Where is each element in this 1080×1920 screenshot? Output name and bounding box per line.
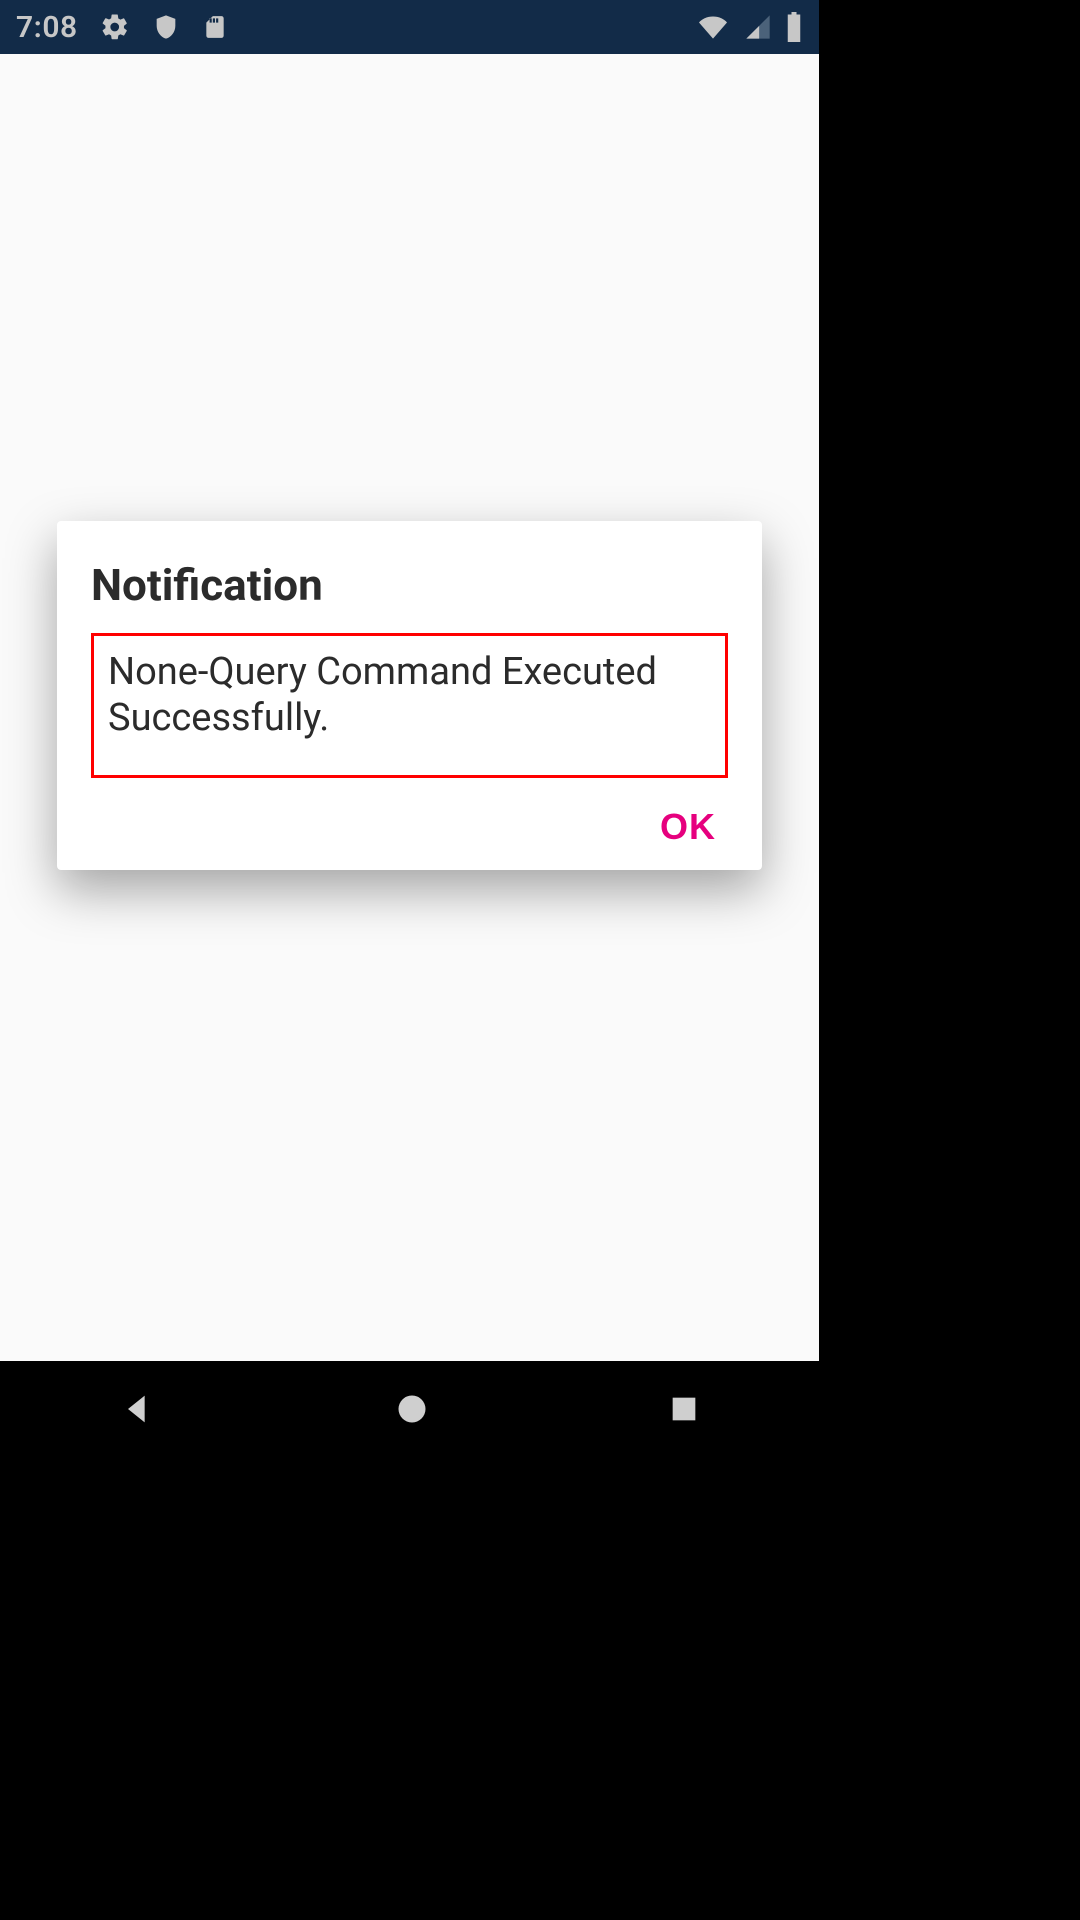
signal-icon — [743, 13, 773, 41]
android-navbar — [0, 1361, 819, 1456]
status-bar: 7:08 — [0, 0, 819, 54]
gear-icon — [100, 12, 130, 42]
battery-icon — [785, 12, 803, 42]
nav-home-icon[interactable] — [394, 1391, 430, 1427]
status-clock: 7:08 — [16, 10, 78, 45]
wifi-icon — [695, 13, 731, 41]
nav-recent-icon[interactable] — [667, 1392, 701, 1426]
notification-dialog: Notification None-Query Command Executed… — [57, 521, 762, 870]
dialog-ok-button[interactable]: OK — [660, 806, 716, 848]
dialog-title: Notification — [91, 559, 728, 611]
sd-card-icon — [202, 12, 228, 42]
shield-icon — [152, 12, 180, 42]
dialog-message: None-Query Command Executed Successfully… — [91, 633, 728, 778]
nav-back-icon[interactable] — [118, 1389, 158, 1429]
